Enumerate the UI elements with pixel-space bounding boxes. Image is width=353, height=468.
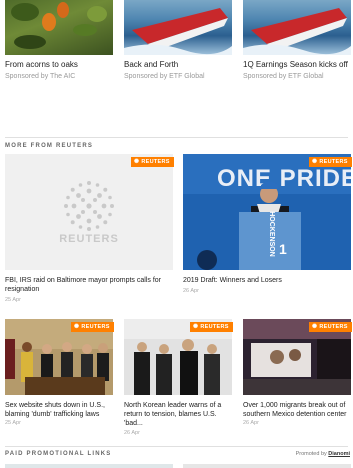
section-divider [5, 446, 348, 447]
sailboat-image [124, 8, 232, 55]
section-divider [5, 137, 348, 138]
story-date: 25 Apr [5, 420, 21, 426]
reuters-badge-icon: ✺ [193, 324, 199, 330]
promoted-by-prefix: Promoted by [295, 451, 327, 457]
promoted-by[interactable]: Promoted by Dianomi [296, 451, 350, 457]
reuters-tag: ✺ REUTERS [309, 322, 352, 332]
jersey-number: 1 [279, 241, 287, 257]
sponsored-title[interactable]: 1Q Earnings Season kicks off [243, 60, 348, 69]
reuters-logo-icon: REUTERS [59, 181, 119, 245]
reuters-logo-text: REUTERS [59, 233, 119, 245]
reuters-tag: ✺ REUTERS [309, 157, 352, 167]
sponsored-by: Sponsored by The AIC [5, 73, 76, 80]
story-headline[interactable]: North Korean leader warns of a return to… [124, 401, 232, 428]
promo-thumb-top [5, 464, 173, 468]
reuters-badge-icon: ✺ [134, 159, 140, 165]
jersey-name: HOCKENSON [268, 211, 275, 257]
more-from-reuters-label: MORE FROM REUTERS [5, 143, 94, 149]
draft-photo: ONE PRIDE HOCKENSON 1 [183, 154, 351, 270]
reuters-tag: ✺ REUTERS [190, 322, 233, 332]
story-date: 26 Apr [183, 288, 199, 294]
story-headline[interactable]: FBI, IRS raid on Baltimore mayor prompts… [5, 276, 173, 294]
reuters-tag: ✺ REUTERS [131, 157, 174, 167]
story-headline[interactable]: 2019 Draft: Winners and Losers [183, 276, 351, 285]
story-date: 25 Apr [5, 297, 21, 303]
reuters-badge-icon: ✺ [312, 159, 318, 165]
sponsored-by: Sponsored by ETF Global [124, 73, 205, 80]
sponsored-thumb-earnings[interactable] [243, 0, 351, 55]
sponsored-thumb-back-and-forth[interactable] [124, 0, 232, 55]
sponsored-thumb-acorns[interactable] [5, 0, 113, 55]
sponsored-by: Sponsored by ETF Global [243, 73, 324, 80]
sponsored-title[interactable]: From acorns to oaks [5, 60, 78, 69]
reuters-badge-icon: ✺ [74, 324, 80, 330]
featured-story-image[interactable]: REUTERS [5, 154, 173, 270]
sailboat-image [243, 8, 351, 55]
promo-thumb-top [183, 464, 351, 468]
acorn-image [11, 2, 107, 49]
dianomi-link[interactable]: Dianomi [328, 451, 350, 457]
featured-story-image[interactable]: ONE PRIDE HOCKENSON 1 [183, 154, 351, 270]
banner-text: ONE PRIDE [217, 165, 351, 192]
sponsored-title[interactable]: Back and Forth [124, 60, 178, 69]
story-headline[interactable]: Over 1,000 migrants break out of souther… [243, 401, 351, 419]
paid-promo-label: PAID PROMOTIONAL LINKS [5, 451, 112, 457]
story-date: 26 Apr [243, 420, 259, 426]
story-headline[interactable]: Sex website shuts down in U.S., blaming … [5, 401, 113, 419]
reuters-tag: ✺ REUTERS [71, 322, 114, 332]
reuters-badge-icon: ✺ [312, 324, 318, 330]
story-date: 26 Apr [124, 430, 140, 436]
